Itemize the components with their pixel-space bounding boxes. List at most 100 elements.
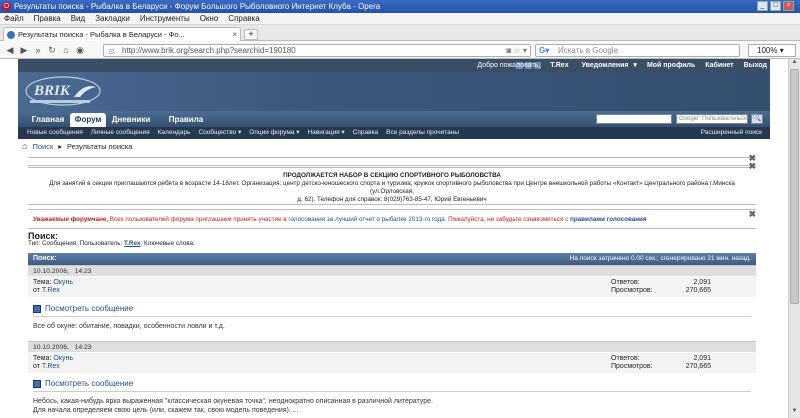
tab-label: Результаты поиска - Рыбалка в Беларуси -… — [18, 30, 185, 39]
menu-window[interactable]: Окно — [200, 14, 219, 23]
forum-subnav: Новые сообщения Личные сообщения Календа… — [18, 127, 770, 139]
menu-tools[interactable]: Инструменты — [140, 14, 190, 23]
scroll-down-icon[interactable]: ▼ — [790, 408, 799, 417]
forum-banner: BRIK — [18, 72, 770, 111]
profile-link[interactable]: Мой профиль — [644, 59, 698, 72]
voting-rules-link[interactable]: правилами голосования — [570, 216, 647, 223]
close-notice-icon[interactable]: ✖ — [748, 204, 756, 224]
breadcrumb-current: Результаты поиска — [67, 141, 133, 151]
subnav-help[interactable]: Справка — [353, 127, 379, 139]
maximize-button[interactable]: □ — [770, 1, 781, 11]
tab-bar: Результаты поиска - Рыбалка в Беларуси -… — [0, 25, 800, 41]
address-input[interactable]: ⊙ http://www.brik.org/search.php?searchi… — [103, 44, 531, 57]
tab-diaries[interactable]: Дневники — [110, 113, 152, 127]
author-link[interactable]: T.Rex — [42, 287, 60, 294]
zoom-select[interactable]: 100% ▾ — [748, 44, 796, 57]
breadcrumb: ⌂ Поиск ▸ Результаты поиска — [22, 139, 132, 153]
close-tab-icon[interactable]: × — [232, 28, 237, 41]
subnav-private-messages[interactable]: Личные сообщения — [91, 127, 150, 139]
fast-forward-icon[interactable]: » — [32, 44, 44, 56]
page-viewport: Добро пожаловать, T.Rex Уведомления ▾ Мо… — [0, 59, 788, 418]
close-notice-icon[interactable]: ✖ — [748, 162, 756, 171]
back-icon[interactable]: ◀ — [4, 44, 16, 56]
menu-bookmarks[interactable]: Закладки — [95, 14, 130, 23]
subnav-navigation[interactable]: Навигация ▾ — [307, 127, 344, 139]
search-button[interactable]: 🔍 — [751, 114, 763, 124]
google-icon: G▾ — [539, 46, 550, 55]
subnav-community[interactable]: Сообщество ▾ — [198, 127, 241, 139]
view-post-link[interactable]: Посмотреть сообщение — [33, 304, 133, 313]
notice-bar: ✖ — [28, 153, 756, 166]
window-title-bar: O Результаты поиска - Рыбалка в Беларуси… — [0, 0, 800, 13]
cabinet-link[interactable]: Кабинет — [702, 59, 736, 72]
forum-navbar: Главная Форум Дневники Правила форума Go… — [18, 111, 770, 137]
brik-logo[interactable]: BRIK — [24, 75, 102, 108]
subnav-new-posts[interactable]: Новые сообщения — [27, 127, 83, 139]
author-label: от — [33, 287, 40, 294]
menu-bar: Файл Правка Вид Закладки Инструменты Окн… — [0, 13, 800, 25]
replies-count: 2,091 — [693, 355, 711, 362]
svg-text:BRIK: BRIK — [33, 83, 71, 99]
search-user-link[interactable]: T.Rex — [124, 240, 140, 247]
result-date: 10.10.2006, — [33, 344, 69, 351]
excerpt-line-1: Небось, какая-нибудь ярко выраженная "кл… — [33, 398, 433, 405]
subnav-forum-options[interactable]: Опции форума ▾ — [249, 127, 299, 139]
logout-link[interactable]: Выход — [741, 59, 770, 72]
results-header-title: Поиск: — [33, 255, 57, 262]
browser-tab[interactable]: Результаты поиска - Рыбалка в Беларуси -… — [3, 27, 241, 41]
menu-edit[interactable]: Правка — [34, 14, 61, 23]
forward-icon[interactable]: ▶ — [18, 44, 30, 56]
notifications-menu[interactable]: Уведомления ▾ — [576, 59, 640, 72]
topic-link[interactable]: Окунь — [53, 279, 73, 286]
forum-search-input[interactable] — [596, 114, 672, 124]
search-info: Тип: Сообщения; Пользователь: T.Rex; Клю… — [28, 240, 195, 247]
reload-icon[interactable]: ↻ — [46, 44, 58, 56]
speed-dial-icon[interactable]: ◉ — [74, 44, 86, 56]
subnav-calendar[interactable]: Календарь — [158, 127, 191, 139]
view-post-link[interactable]: Посмотреть сообщение — [33, 379, 133, 388]
search-placeholder: Искать в Google — [558, 46, 619, 55]
divider — [33, 391, 751, 392]
voting-link[interactable]: голосовании за лучший отчет о рыбалке 20… — [288, 216, 444, 223]
notice2-text-a: Всех пользователей форума приглашаем при… — [109, 216, 287, 223]
search-input[interactable]: G▾ Искать в Google — [535, 44, 740, 57]
post-icon — [33, 304, 41, 313]
topic-link[interactable]: Окунь — [53, 355, 73, 362]
minimize-button[interactable]: _ — [757, 1, 768, 11]
search-info-prefix: Тип: Сообщения; Пользователь: — [28, 240, 123, 247]
views-label: Просмотров: — [611, 287, 653, 294]
result-excerpt: Все об окуне: обитание, повадки, особенн… — [33, 322, 225, 331]
google-search-input[interactable]: Google" Пользовательск — [676, 114, 748, 124]
vertical-scrollbar[interactable]: ▲ ▼ — [788, 59, 800, 418]
username-link[interactable]: T.Rex — [547, 59, 571, 72]
scroll-thumb[interactable] — [790, 69, 799, 304]
author-link[interactable]: T.Rex — [42, 363, 60, 370]
menu-help[interactable]: Справка — [228, 14, 259, 23]
advanced-search-link[interactable]: Расширенный поиск — [701, 127, 762, 139]
menu-view[interactable]: Вид — [71, 14, 85, 23]
notice-voting: ✖ Уважаемые форумчане, Всех пользователе… — [28, 209, 756, 229]
scroll-up-icon[interactable]: ▲ — [790, 59, 799, 68]
welcome-text: Добро пожаловать, — [477, 62, 541, 69]
result-time: 14:23 — [74, 344, 92, 351]
tab-home[interactable]: Главная — [30, 113, 66, 127]
close-button[interactable]: × — [783, 1, 794, 11]
home-icon[interactable]: ⌂ — [60, 44, 72, 56]
result-time: 14:23 — [74, 268, 92, 275]
tab-rules[interactable]: Правила форума — [156, 113, 216, 137]
home-icon[interactable]: ⌂ — [22, 141, 27, 151]
search-info-suffix: ; Ключевые слова: — [140, 240, 195, 247]
breadcrumb-search-link[interactable]: Поиск — [32, 142, 53, 151]
notice-heading: ПРОДОЛЖАЕТСЯ НАБОР В СЕКЦИЮ СПОРТИВНОГО … — [283, 172, 501, 179]
chevron-right-icon: ▸ — [58, 141, 62, 151]
page-info-icon[interactable]: ⊙ — [108, 46, 115, 57]
new-tab-button[interactable]: + — [244, 29, 258, 40]
menu-file[interactable]: Файл — [4, 14, 24, 23]
rss-icon[interactable]: ◙ ☆ ▾ — [507, 45, 527, 56]
address-toolbar: ◀ ▶ » ↻ ⌂ ◉ ⊙ http://www.brik.org/search… — [0, 41, 800, 59]
result-date-bar: 10.10.2006, 14:23 — [28, 265, 756, 276]
topic-label: Тема: — [33, 355, 52, 362]
tab-forum[interactable]: Форум — [70, 113, 106, 127]
subnav-mark-read[interactable]: Все разделы прочитаны — [386, 127, 459, 139]
search-timing: На поиск затрачено 0.00 сек.; сгенериров… — [569, 255, 751, 262]
